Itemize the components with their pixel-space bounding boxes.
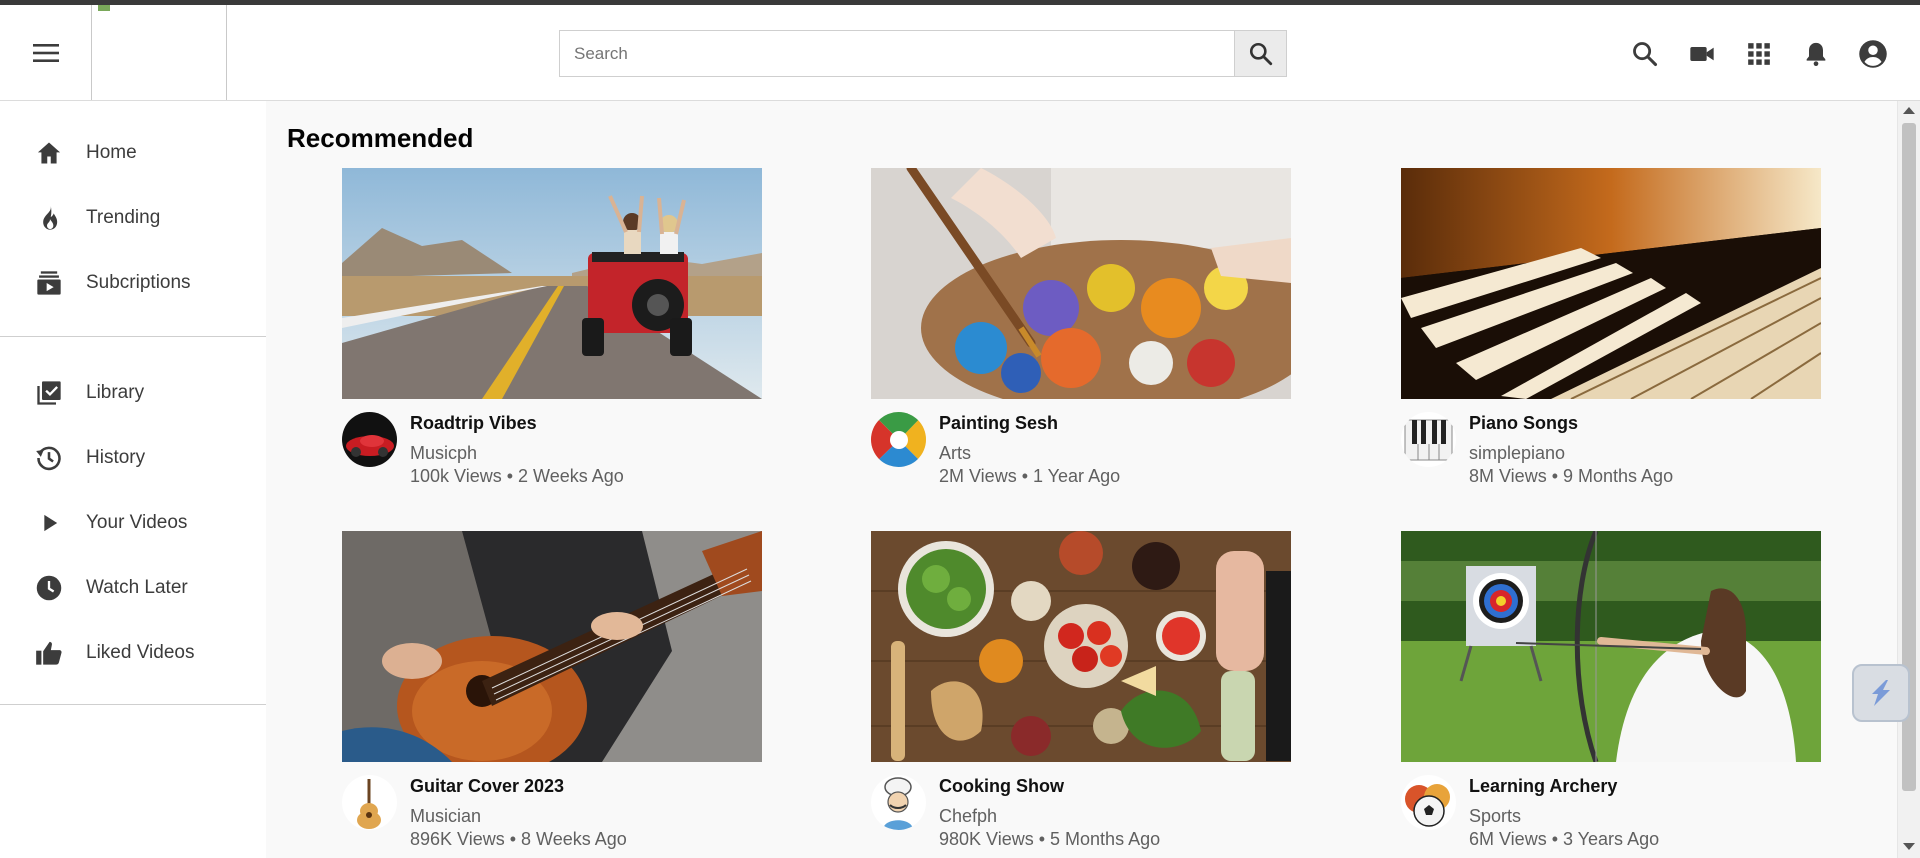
video-title[interactable]: Cooking Show [939, 776, 1064, 797]
apps-button[interactable] [1738, 33, 1780, 75]
history-icon [34, 443, 64, 473]
video-stats: 6M Views • 3 Years Ago [1469, 829, 1660, 849]
video-stats: 896K Views • 8 Weeks Ago [410, 829, 627, 849]
sidebar-item-your-videos[interactable]: Your Videos [0, 490, 266, 555]
bell-icon [1806, 42, 1826, 67]
channel-name[interactable]: Musicph [410, 443, 477, 464]
channel-avatar[interactable] [871, 412, 926, 467]
video-stats: 2M Views • 1 Year Ago [939, 466, 1121, 486]
video-thumbnail[interactable] [342, 531, 762, 762]
home-icon [34, 138, 64, 168]
sidebar-item-library[interactable]: Library [0, 360, 266, 425]
channel-avatar[interactable] [871, 775, 926, 830]
sidebar-item-home[interactable]: Home [0, 120, 266, 185]
extension-logo-icon [1872, 680, 1890, 706]
sidebar-item-watch-later[interactable]: Watch Later [0, 555, 266, 620]
floating-extension-button[interactable] [1852, 664, 1910, 722]
channel-avatar[interactable] [342, 775, 397, 830]
broken-image-icon [98, 5, 110, 11]
account-button[interactable] [1852, 33, 1894, 75]
apps-grid-icon [1748, 43, 1770, 65]
sidebar-item-subscriptions[interactable]: Subcriptions [0, 250, 266, 315]
sidebar-item-trending[interactable]: Trending [0, 185, 266, 250]
video-title[interactable]: Painting Sesh [939, 413, 1058, 434]
menu-icon [33, 44, 59, 62]
video-card[interactable]: Painting Sesh Arts 2M Views • 1 Year Ago [871, 168, 1291, 489]
video-card[interactable]: Guitar Cover 2023 Musician 896K Views • … [342, 531, 762, 852]
sidebar-item-label: History [86, 446, 146, 468]
sidebar: Home Trending Subcriptions Library Histo… [0, 101, 266, 858]
scroll-up-arrow-icon[interactable] [1903, 107, 1915, 114]
video-title[interactable]: Learning Archery [1469, 776, 1617, 797]
video-meta: Roadtrip Vibes Musicph 100k Views • 2 We… [342, 399, 762, 489]
video-meta: Cooking Show Chefph 980K Views • 5 Month… [871, 762, 1291, 852]
create-video-button[interactable] [1681, 33, 1723, 75]
channel-name[interactable]: Chefph [939, 806, 997, 827]
video-card[interactable]: Roadtrip Vibes Musicph 100k Views • 2 We… [342, 168, 762, 489]
header-search-button[interactable] [1624, 33, 1666, 75]
sidebar-item-label: Subcriptions [86, 271, 191, 293]
video-thumbnail[interactable] [871, 168, 1291, 399]
notifications-button[interactable] [1795, 33, 1837, 75]
search-icon [1633, 42, 1658, 67]
video-meta: Painting Sesh Arts 2M Views • 1 Year Ago [871, 399, 1291, 489]
sidebar-item-label: Trending [86, 206, 161, 228]
play-icon [34, 508, 64, 538]
header-actions [1609, 33, 1920, 75]
sidebar-divider [0, 704, 266, 705]
scroll-down-arrow-icon[interactable] [1903, 843, 1915, 850]
sidebar-item-history[interactable]: History [0, 425, 266, 490]
video-stats: 100k Views • 2 Weeks Ago [410, 466, 624, 486]
video-title[interactable]: Roadtrip Vibes [410, 413, 537, 434]
video-thumbnail[interactable] [871, 531, 1291, 762]
sidebar-item-label: Liked Videos [86, 641, 195, 663]
video-camera-icon [1690, 47, 1714, 61]
menu-button[interactable] [26, 35, 66, 71]
flame-icon [34, 203, 64, 233]
sidebar-secondary-group: Library History Your Videos Watch Later … [0, 337, 266, 704]
sidebar-item-label: Watch Later [86, 576, 188, 598]
main-content: Recommended Roadtrip Vibes Musicph 100k … [266, 101, 1920, 858]
search-button[interactable] [1234, 30, 1287, 77]
logo[interactable] [91, 5, 227, 100]
search-bar [559, 30, 1287, 77]
video-thumbnail[interactable] [1401, 531, 1821, 762]
top-header [0, 5, 1920, 101]
video-title[interactable]: Piano Songs [1469, 413, 1578, 434]
search-icon [1249, 42, 1272, 65]
subscriptions-icon [34, 268, 64, 298]
section-title: Recommended [287, 123, 474, 153]
channel-name[interactable]: Arts [939, 443, 971, 464]
video-meta: Piano Songs simplepiano 8M Views • 9 Mon… [1401, 399, 1821, 489]
sidebar-item-label: Your Videos [86, 511, 188, 533]
sidebar-item-label: Library [86, 381, 145, 403]
search-input[interactable] [559, 30, 1234, 77]
library-icon [34, 378, 64, 408]
video-thumbnail[interactable] [1401, 168, 1821, 399]
video-meta: Guitar Cover 2023 Musician 896K Views • … [342, 762, 762, 852]
channel-avatar[interactable] [1401, 412, 1456, 467]
video-card[interactable]: Learning Archery Sports 6M Views • 3 Yea… [1401, 531, 1821, 852]
sidebar-item-liked-videos[interactable]: Liked Videos [0, 620, 266, 685]
video-stats: 8M Views • 9 Months Ago [1469, 466, 1674, 486]
channel-name[interactable]: Sports [1469, 806, 1521, 827]
video-meta: Learning Archery Sports 6M Views • 3 Yea… [1401, 762, 1821, 852]
vertical-scrollbar[interactable] [1897, 101, 1920, 858]
thumbs-up-icon [34, 638, 64, 668]
video-card[interactable]: Cooking Show Chefph 980K Views • 5 Month… [871, 531, 1291, 852]
channel-avatar[interactable] [1401, 775, 1456, 830]
sidebar-item-label: Home [86, 141, 137, 163]
account-icon [1859, 40, 1887, 68]
clock-icon [34, 573, 64, 603]
channel-name[interactable]: simplepiano [1469, 443, 1565, 464]
video-thumbnail[interactable] [342, 168, 762, 399]
video-stats: 980K Views • 5 Months Ago [939, 829, 1161, 849]
channel-avatar[interactable] [342, 412, 397, 467]
sidebar-primary-group: Home Trending Subcriptions [0, 101, 266, 336]
channel-name[interactable]: Musician [410, 806, 481, 827]
video-card[interactable]: Piano Songs simplepiano 8M Views • 9 Mon… [1401, 168, 1821, 489]
video-title[interactable]: Guitar Cover 2023 [410, 776, 564, 797]
